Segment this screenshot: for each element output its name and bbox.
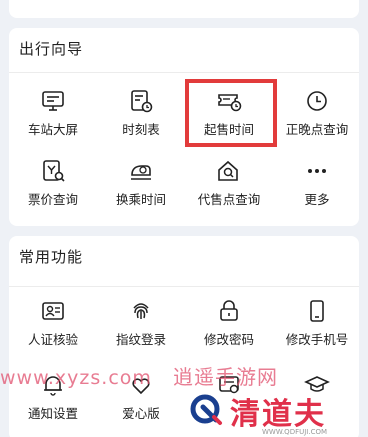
fingerprint-icon (133, 303, 149, 319)
clock-icon (307, 91, 327, 111)
station-screen-label: 车站大屏 (27, 122, 78, 137)
fingerprint-login-label: 指纹登录 (115, 332, 166, 347)
divider (9, 72, 359, 73)
id-verify-button[interactable]: 人证核验 (9, 298, 97, 358)
fare-query-button[interactable]: 票价查询 (9, 158, 97, 218)
watermark-site: www.xyzs.com (0, 367, 152, 389)
change-phone-button[interactable]: 修改手机号 (273, 298, 361, 358)
common-functions-title: 常用功能 (19, 248, 84, 266)
agency-search-icon (218, 160, 238, 181)
q-logo-icon (190, 394, 222, 425)
timetable-button[interactable]: 时刻表 (97, 88, 185, 148)
travel-guide-card: 出行向导 车站大屏 时刻表 起售时间 正晚点查询 票价查询 换乘时间 代售点查询… (9, 28, 359, 226)
divider (9, 286, 359, 287)
station-screen-button[interactable]: 车站大屏 (9, 88, 97, 148)
timetable-icon (131, 90, 153, 113)
more-dots-icon (308, 169, 326, 173)
brand-url: WWW.QDFUJI.COM (262, 428, 328, 436)
change-password-button[interactable]: 修改密码 (185, 298, 273, 358)
more-button[interactable]: 更多 (273, 158, 361, 218)
timetable-label: 时刻表 (122, 122, 160, 137)
brand-logo: 清道夫 WWW.QDFUJI.COM (188, 388, 328, 436)
delay-query-button[interactable]: 正晚点查询 (273, 88, 361, 148)
watermark: www.xyzs.com 逍遥手游网 (0, 361, 278, 390)
agency-query-button[interactable]: 代售点查询 (185, 158, 273, 218)
more-label: 更多 (304, 192, 330, 207)
train-transfer-icon (131, 165, 151, 180)
highlight-box (185, 79, 277, 147)
station-screen-icon (42, 91, 64, 111)
agency-query-label: 代售点查询 (197, 192, 261, 207)
transfer-time-label: 换乘时间 (115, 192, 166, 207)
id-verify-label: 人证核验 (27, 332, 78, 347)
notification-settings-label: 通知设置 (27, 406, 78, 421)
fingerprint-login-button[interactable]: 指纹登录 (97, 298, 185, 358)
lock-icon (220, 300, 238, 321)
travel-guide-title: 出行向导 (19, 40, 84, 58)
id-verify-icon (42, 302, 64, 320)
change-phone-label: 修改手机号 (285, 332, 349, 347)
fare-query-label: 票价查询 (27, 192, 78, 207)
change-password-label: 修改密码 (203, 332, 254, 347)
watermark-name: 逍遥手游网 (172, 365, 278, 389)
brand-name: 清道夫 (230, 397, 326, 432)
phone-icon (310, 300, 324, 322)
top-card-remnant (9, 0, 359, 18)
ticket-price-search-icon (43, 160, 65, 182)
care-mode-label: 爱心版 (122, 406, 160, 421)
transfer-time-button[interactable]: 换乘时间 (97, 158, 185, 218)
delay-query-label: 正晚点查询 (285, 122, 349, 137)
